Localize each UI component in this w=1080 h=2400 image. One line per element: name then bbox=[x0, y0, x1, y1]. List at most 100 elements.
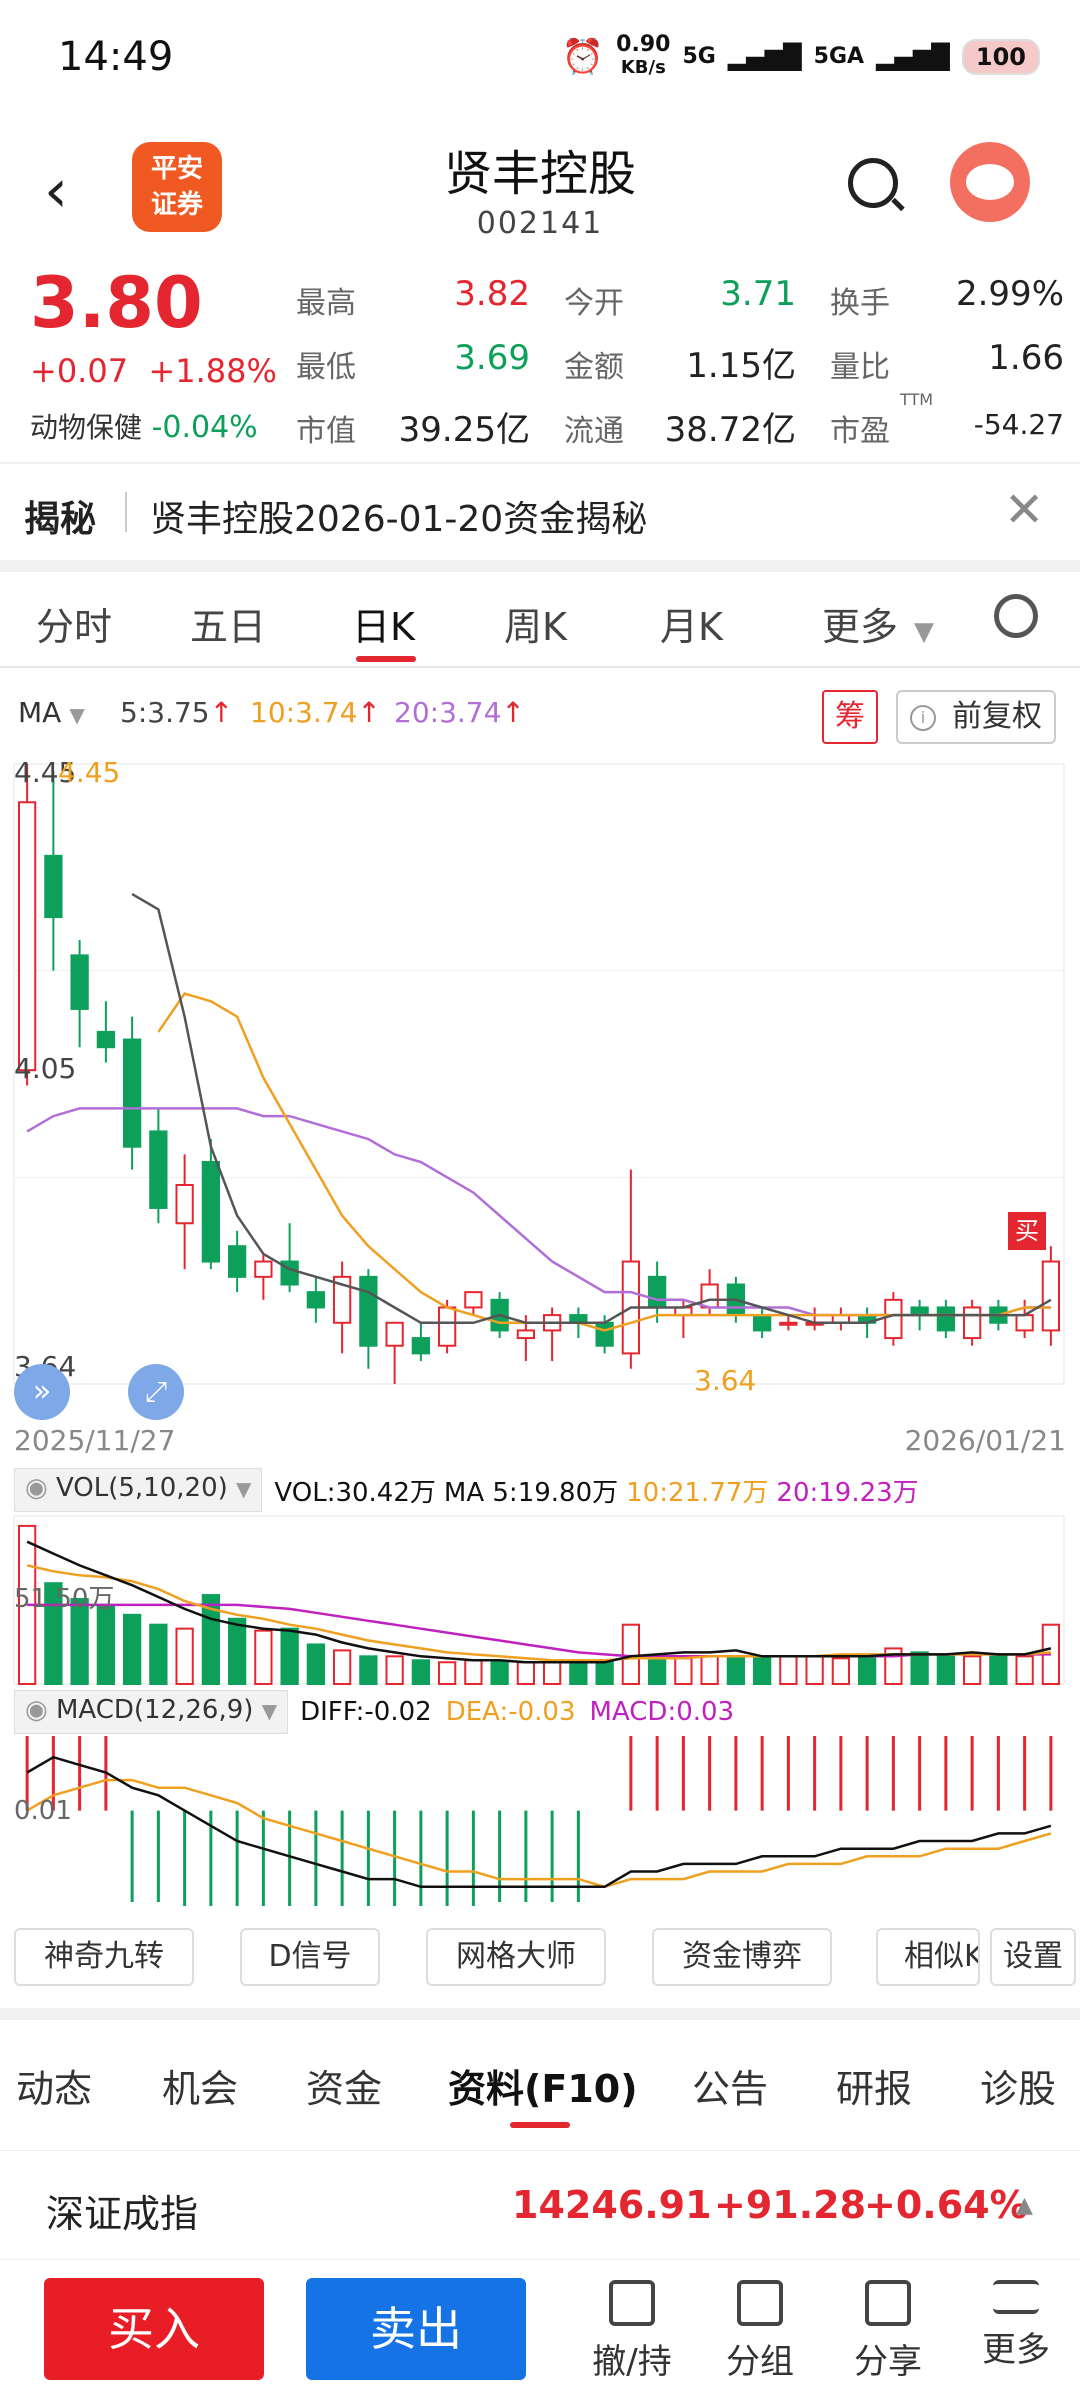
date-end: 2026/01/21 bbox=[904, 1424, 1066, 1457]
signal-5g: 5G bbox=[682, 44, 716, 69]
candle-body bbox=[884, 1298, 903, 1340]
gear-icon[interactable] bbox=[994, 594, 1038, 638]
volume-bar bbox=[96, 1603, 116, 1685]
sector-change[interactable]: 动物保健 -0.04% bbox=[30, 406, 258, 446]
ma-selector[interactable]: MA ▼ bbox=[18, 696, 85, 729]
tool-similar-k[interactable]: 相似K bbox=[876, 1928, 980, 1986]
tab-research[interactable]: 研报 bbox=[836, 2058, 912, 2113]
tab-monthly-k[interactable]: 月K bbox=[660, 596, 723, 651]
stock-code: 002141 bbox=[476, 206, 604, 241]
share-button[interactable]: 分享 bbox=[838, 2280, 938, 2383]
active-tab-indicator bbox=[510, 2122, 570, 2128]
volume-bar bbox=[254, 1629, 273, 1685]
vol-indicator-selector[interactable]: ◉ VOL(5,10,20) ▼ bbox=[14, 1468, 263, 1512]
status-icons: ⏰ 0.90 KB/s 5G ▂▄▆█ 5GA ▂▄▆█ 100 bbox=[562, 34, 1040, 79]
low-label: 最低 bbox=[296, 350, 356, 385]
chip-distribution-button[interactable]: 筹 bbox=[822, 690, 878, 744]
signal-5ga: 5GA bbox=[813, 44, 865, 69]
candle-body bbox=[752, 1314, 772, 1332]
more-button[interactable]: 更多 bbox=[966, 2280, 1066, 2371]
macd-chart[interactable] bbox=[0, 1736, 1080, 1906]
vol-axis-label: 51.50万 bbox=[14, 1584, 115, 1614]
expand-icon[interactable]: » bbox=[14, 1364, 70, 1420]
reveal-banner[interactable]: 揭秘 贤丰控股2026-01-20资金揭秘 ✕ bbox=[0, 462, 1080, 560]
bottom-action-bar: 买入 卖出 撤/持 分组 分享 更多 bbox=[0, 2260, 1080, 2400]
candle-body bbox=[96, 1030, 116, 1049]
volume-bar bbox=[910, 1651, 929, 1685]
index-ticker[interactable]: 深证成指 14246.91 +91.28 +0.64% ▲ bbox=[0, 2150, 1080, 2260]
candle-body bbox=[70, 954, 89, 1010]
tool-grid-master[interactable]: 网格大师 bbox=[426, 1928, 606, 1986]
low-value: 3.69 bbox=[454, 338, 530, 378]
volume-bar bbox=[385, 1655, 404, 1685]
chevron-up-icon[interactable]: ▲ bbox=[1016, 2193, 1033, 2218]
tool-settings[interactable]: 设置 bbox=[990, 1928, 1076, 1986]
volume-bar bbox=[437, 1661, 457, 1685]
active-tab-indicator bbox=[356, 656, 416, 662]
candle-body bbox=[700, 1283, 719, 1309]
kline-chart[interactable] bbox=[0, 748, 1080, 1448]
assistant-avatar[interactable] bbox=[950, 142, 1030, 222]
tab-announcements[interactable]: 公告 bbox=[692, 2058, 768, 2113]
mktcap-value: 39.25亿 bbox=[398, 410, 530, 450]
volratio-label: 量比 bbox=[830, 350, 890, 385]
macd-indicator-selector[interactable]: ◉ MACD(12,26,9) ▼ bbox=[14, 1690, 289, 1734]
divider bbox=[125, 492, 127, 532]
info-tabs: 动态 机会 资金 资料(F10) 公告 研报 诊股 bbox=[0, 2030, 1080, 2130]
tab-opportunity[interactable]: 机会 bbox=[162, 2058, 238, 2113]
buy-button[interactable]: 买入 bbox=[44, 2278, 264, 2380]
tab-funds[interactable]: 资金 bbox=[306, 2058, 382, 2113]
battery-indicator: 100 bbox=[961, 38, 1040, 75]
volume-bar bbox=[621, 1623, 641, 1685]
candle-body bbox=[595, 1321, 614, 1347]
pe-ttm: TTM bbox=[900, 390, 934, 409]
tab-more[interactable]: 更多 ▼ bbox=[822, 596, 934, 651]
candle-body bbox=[122, 1038, 142, 1148]
macd-value: MACD:0.03 bbox=[589, 1697, 735, 1727]
candle-body bbox=[385, 1321, 404, 1347]
vol-legend: ◉ VOL(5,10,20) ▼ VOL:30.42万 MA 5:19.80万 … bbox=[14, 1468, 919, 1512]
volume-bar bbox=[805, 1655, 824, 1685]
candle-body bbox=[201, 1161, 221, 1263]
tool-d-signal[interactable]: D信号 bbox=[240, 1928, 380, 1986]
buy-signal-tag[interactable]: 买 bbox=[1008, 1212, 1046, 1250]
adjust-mode-button[interactable]: i 前复权 bbox=[896, 690, 1056, 744]
tool-magic-nine[interactable]: 神奇九转 bbox=[14, 1928, 194, 1986]
plot-frame bbox=[13, 763, 1065, 1385]
tab-f10[interactable]: 资料(F10) bbox=[448, 2058, 638, 2113]
tool-fund-game[interactable]: 资金博弈 bbox=[652, 1928, 832, 1986]
amount-value: 1.15亿 bbox=[686, 346, 796, 386]
tab-weekly-k[interactable]: 周K bbox=[504, 596, 567, 651]
candle-body bbox=[516, 1329, 536, 1340]
chevron-down-icon: ▼ bbox=[914, 617, 935, 647]
candle-body bbox=[647, 1275, 667, 1309]
reveal-text[interactable]: 贤丰控股2026-01-20资金揭秘 bbox=[150, 490, 647, 542]
volume-bar bbox=[647, 1655, 667, 1685]
close-icon[interactable]: ✕ bbox=[1004, 482, 1044, 538]
signal-bars-icon: ▂▄▆█ bbox=[727, 42, 802, 71]
index-value: 14246.91 bbox=[512, 2183, 712, 2227]
candle-body bbox=[359, 1275, 378, 1347]
volume-bar bbox=[490, 1661, 509, 1685]
reveal-tag: 揭秘 bbox=[24, 499, 97, 540]
sell-button[interactable]: 卖出 bbox=[306, 2278, 526, 2380]
volume-bar bbox=[700, 1655, 719, 1685]
candle-body bbox=[175, 1183, 194, 1225]
vol-ma20: 20:19.23万 bbox=[776, 1477, 919, 1508]
group-button[interactable]: 分组 bbox=[710, 2280, 810, 2383]
tab-news[interactable]: 动态 bbox=[16, 2058, 92, 2113]
candle-body bbox=[411, 1337, 431, 1355]
candle-body bbox=[1015, 1314, 1034, 1332]
macd-legend: ◉ MACD(12,26,9) ▼ DIFF:-0.02 DEA:-0.03 M… bbox=[14, 1690, 734, 1734]
volume-bar bbox=[175, 1627, 194, 1685]
volume-chart[interactable] bbox=[0, 1512, 1080, 1688]
orders-button[interactable]: 撤/持 bbox=[582, 2280, 682, 2383]
fullscreen-icon[interactable]: ⤢ bbox=[128, 1364, 184, 1420]
tab-intraday[interactable]: 分时 bbox=[36, 596, 112, 651]
candle-body bbox=[464, 1291, 483, 1309]
tab-diagnosis[interactable]: 诊股 bbox=[980, 2058, 1056, 2113]
search-icon[interactable] bbox=[848, 158, 898, 208]
tab-5day[interactable]: 五日 bbox=[190, 596, 266, 651]
tab-daily-k[interactable]: 日K bbox=[352, 596, 415, 651]
amount-label: 金额 bbox=[564, 350, 624, 385]
